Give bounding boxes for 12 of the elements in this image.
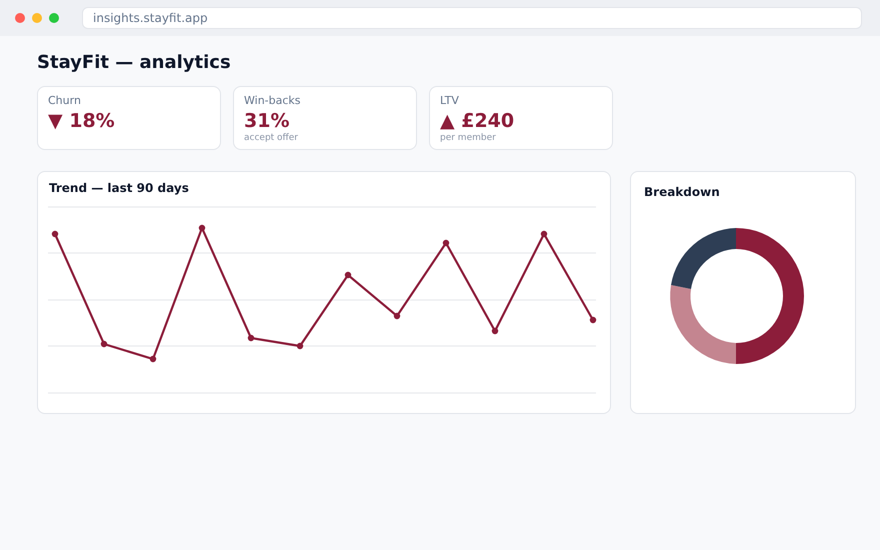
kpi-value: ▲ £240 [440,109,514,133]
kpi-label: LTV [440,94,459,108]
card-title: Trend — last 90 days [49,180,189,197]
card-title: Breakdown [644,184,720,201]
kpi-note: accept offer [244,133,298,144]
address-bar[interactable]: insights.stayfit.app [82,7,862,29]
kpi-note: per member [440,133,496,144]
kpi-label: Churn [48,94,81,108]
kpi-label: Win-backs [244,94,301,108]
kpi-value: ▼ 18% [48,109,115,133]
page-title: StayFit — analytics [37,51,231,75]
kpi-value: 31% [244,109,290,133]
